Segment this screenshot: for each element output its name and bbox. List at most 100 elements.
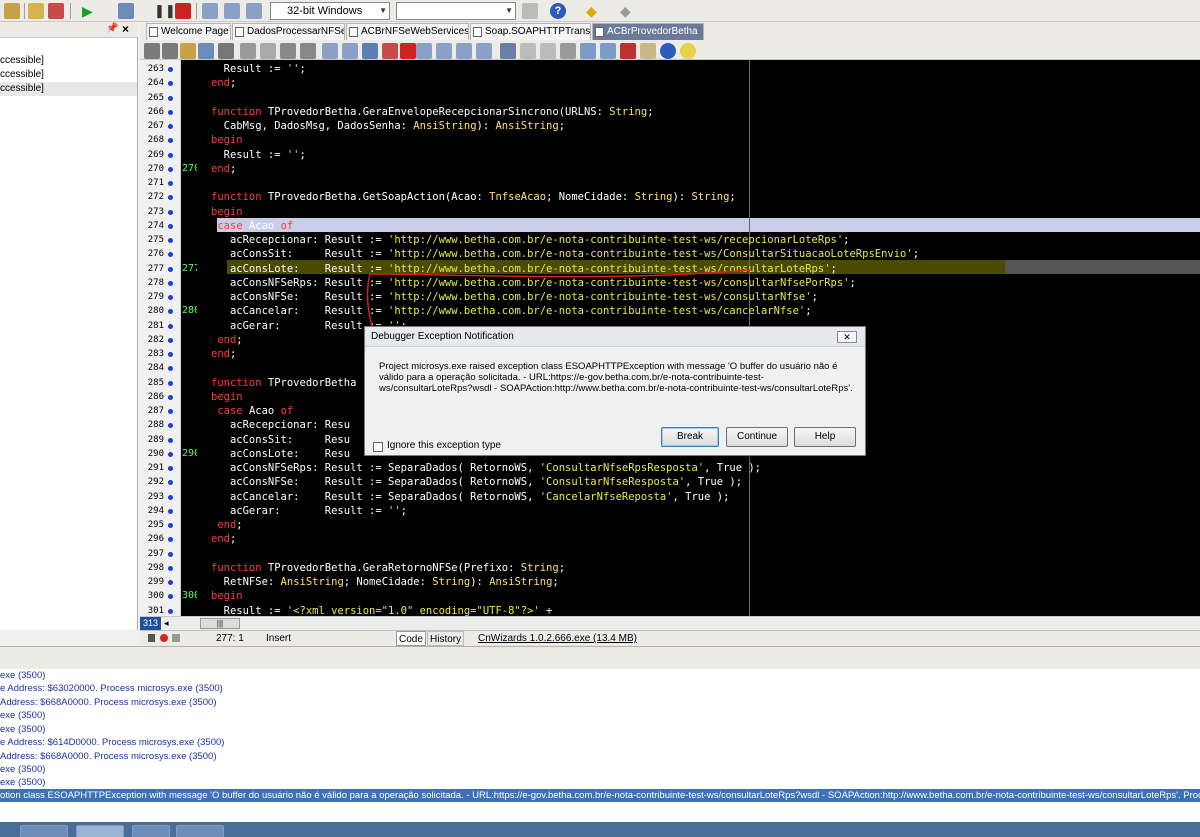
breakpoint-dot[interactable] [168, 480, 173, 486]
message-line-selected[interactable]: otion class ESOAPHTTPException with mess… [0, 789, 1200, 802]
tab-dadosprocessarnfse[interactable]: DadosProcessarNFSe [232, 23, 345, 40]
run-icon[interactable] [148, 634, 155, 642]
code-tool-icon[interactable] [436, 43, 452, 59]
breakpoint-dot[interactable] [168, 565, 173, 571]
breakpoint-dot[interactable] [168, 508, 173, 514]
close-icon[interactable]: ✕ [837, 331, 857, 343]
pause-icon[interactable]: ❚❚ [154, 3, 176, 19]
breakpoint-dot[interactable] [168, 366, 173, 372]
breakpoint-dot[interactable] [168, 523, 173, 528]
continue-button[interactable]: Continue [726, 427, 788, 447]
breakpoint-dot[interactable] [168, 223, 173, 229]
break-button[interactable]: Break [661, 427, 719, 447]
code-tool-icon[interactable] [382, 43, 398, 59]
close-icon[interactable]: × [122, 22, 129, 36]
message-line[interactable]: e Address: $614D0000. Process microsys.e… [0, 736, 224, 749]
code-tool-icon[interactable] [520, 43, 536, 59]
open-folder-icon[interactable] [4, 3, 20, 19]
run-to-cursor-icon[interactable] [246, 3, 262, 19]
breakpoint-dot[interactable] [168, 323, 173, 329]
breakpoint-dot[interactable] [168, 138, 173, 144]
device-icon[interactable] [522, 3, 538, 19]
taskbar-app-button[interactable] [76, 825, 124, 837]
breakpoint-dot[interactable] [168, 423, 173, 429]
lightbulb-icon[interactable] [680, 43, 696, 59]
tab-acbrnfsewebservices[interactable]: ACBrNFSeWebServices [346, 23, 469, 40]
code-tool-icon[interactable] [640, 43, 656, 59]
breakpoint-dot[interactable] [168, 466, 173, 471]
stop-icon[interactable] [400, 43, 416, 59]
cnwizards-status[interactable]: CnWizards 1.0.2.666.exe (13.4 MB) [478, 631, 637, 646]
code-tool-icon[interactable] [416, 43, 432, 59]
breakpoint-dot[interactable] [168, 394, 173, 400]
stop-icon[interactable] [172, 634, 180, 642]
tab-history[interactable]: History [427, 631, 465, 646]
breakpoint-dot[interactable] [168, 580, 173, 585]
code-tool-icon[interactable] [620, 43, 636, 59]
breakpoint-dot[interactable] [168, 238, 173, 243]
open-project-icon[interactable] [28, 3, 44, 19]
breakpoint-dot[interactable] [168, 437, 173, 443]
breakpoint-dot[interactable] [168, 451, 173, 457]
code-tool-icon[interactable] [280, 43, 296, 59]
stop-icon[interactable] [175, 3, 191, 19]
breakpoint-dot[interactable] [168, 409, 173, 414]
tab-code[interactable]: Code [396, 631, 426, 646]
breakpoint-dot[interactable] [168, 209, 173, 215]
message-line[interactable]: exe (3500) [0, 723, 45, 736]
breakpoint-dot[interactable] [168, 309, 173, 315]
code-tool-icon[interactable] [580, 43, 596, 59]
breakpoint-dot[interactable] [168, 551, 173, 557]
config-select[interactable]: ▼ [396, 2, 516, 20]
trace-into-icon[interactable] [202, 3, 218, 19]
code-tool-icon[interactable] [456, 43, 472, 59]
code-tool-icon[interactable] [162, 43, 178, 59]
message-line[interactable]: exe (3500) [0, 709, 45, 722]
breakpoint-dot[interactable] [168, 352, 173, 357]
list-item[interactable]: ccessible] [0, 54, 137, 68]
breakpoint-dot[interactable] [168, 594, 173, 600]
message-line[interactable]: Address: $668A0000. Process microsys.exe… [0, 750, 217, 763]
open-icon[interactable] [180, 43, 196, 59]
list-icon[interactable] [218, 43, 234, 59]
breakpoint-dot[interactable] [168, 380, 173, 386]
message-line[interactable]: e Address: $63020000. Process microsys.e… [0, 682, 223, 695]
step-over-icon[interactable] [224, 3, 240, 19]
forward-icon[interactable]: ◆ [620, 3, 636, 19]
tab-acbrprovedorbetha[interactable]: ACBrProvedorBetha [592, 23, 704, 40]
breakpoint-dot[interactable] [168, 280, 173, 286]
list-item[interactable]: ccessible] [0, 68, 137, 82]
code-tool-icon[interactable] [240, 43, 256, 59]
code-tool-icon[interactable] [144, 43, 160, 59]
breakpoint-dot[interactable] [168, 295, 173, 300]
breakpoint-dot[interactable] [168, 337, 173, 343]
help-icon[interactable] [660, 43, 676, 59]
taskbar-app-button[interactable] [20, 825, 68, 837]
code-tool-icon[interactable] [260, 43, 276, 59]
breakpoint-dot[interactable] [168, 95, 173, 101]
code-tool-icon[interactable] [560, 43, 576, 59]
code-tool-icon[interactable] [500, 43, 516, 59]
breakpoint-dot[interactable] [168, 252, 173, 258]
save-icon[interactable] [198, 43, 214, 59]
message-line[interactable]: Address: $668A0000. Process microsys.exe… [0, 696, 217, 709]
code-tool-icon[interactable] [540, 43, 556, 59]
breakpoint-dot[interactable] [168, 166, 173, 172]
tab-welcome-page[interactable]: Welcome Page [146, 23, 231, 40]
taskbar-app-button[interactable] [176, 825, 224, 837]
help-icon[interactable]: ? [550, 3, 566, 19]
breakpoint-dot[interactable] [168, 152, 173, 158]
breakpoint-dot[interactable] [168, 494, 173, 500]
breakpoint-dot[interactable] [168, 181, 173, 186]
code-tool-icon[interactable] [476, 43, 492, 59]
code-tool-icon[interactable] [300, 43, 316, 59]
breakpoint-dot[interactable] [168, 266, 173, 272]
code-tool-icon[interactable] [322, 43, 338, 59]
code-tool-icon[interactable] [342, 43, 358, 59]
horizontal-scrollbar[interactable]: 313 ◂ ||| [140, 616, 1200, 630]
pin-icon[interactable]: 📌 [106, 23, 118, 34]
record-icon[interactable] [160, 634, 168, 642]
scroll-thumb[interactable]: ||| [200, 618, 240, 629]
list-item[interactable]: ccessible] [0, 82, 137, 96]
message-line[interactable]: exe (3500) [0, 776, 45, 789]
